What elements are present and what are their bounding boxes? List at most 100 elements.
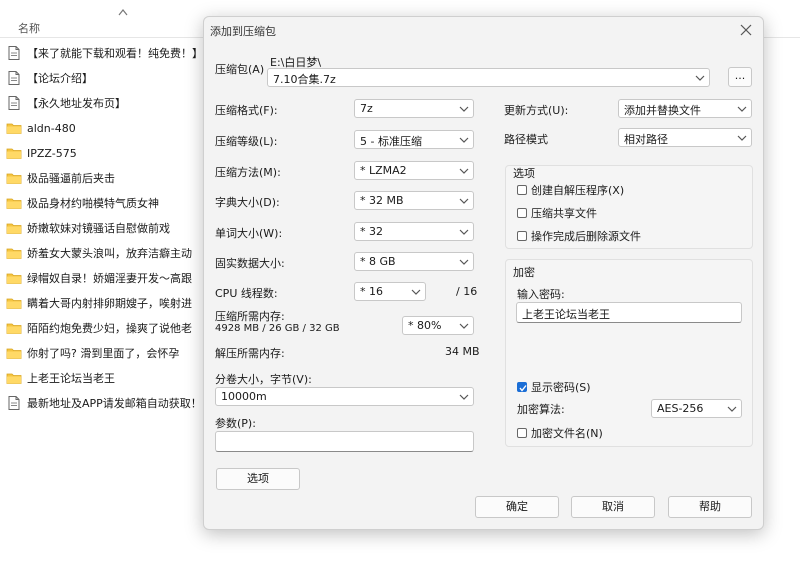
delete-source-checkbox-label: 操作完成后删除源文件 (531, 230, 641, 243)
folder-icon (6, 173, 22, 184)
chevron-down-icon (459, 259, 469, 265)
file-row[interactable]: 【来了就能下载和观看！纯免费！】 (6, 42, 206, 64)
format-select[interactable]: 7z (354, 99, 474, 118)
file-name: 上老王论坛当老王 (27, 372, 115, 385)
file-row[interactable]: aldn-480 (6, 117, 206, 139)
shared-files-checkbox-label: 压缩共享文件 (531, 207, 597, 220)
method-label: 压缩方法(M): (215, 166, 281, 179)
file-row[interactable]: 极品骚逼前后夹击 (6, 167, 206, 189)
method-select[interactable]: * LZMA2 (354, 161, 474, 180)
format-value: 7z (360, 102, 373, 115)
checkbox-box (517, 231, 527, 241)
path-mode-select[interactable]: 相对路径 (618, 128, 752, 147)
file-name: 极品身材约啪模特气质女神 (27, 197, 159, 210)
show-password-label: 显示密码(S) (531, 381, 591, 394)
mem-decomp-value: 34 MB (445, 345, 480, 358)
chevron-down-icon (459, 168, 469, 174)
mem-comp-select[interactable]: * 80% (402, 316, 474, 335)
level-select[interactable]: 5 - 标准压缩 (354, 130, 474, 149)
file-row[interactable]: IPZZ-575 (6, 142, 206, 164)
file-row[interactable]: 极品身材约啪模特气质女神 (6, 192, 206, 214)
file-row[interactable]: 娇嫩软妹对镜骚话自慰做前戏 (6, 217, 206, 239)
file-name: 绿帽奴自录！娇媚淫妻开发～高跟 (27, 272, 192, 285)
folder-icon (6, 348, 22, 359)
delete-source-checkbox[interactable]: 操作完成后删除源文件 (517, 228, 641, 244)
file-icon (8, 71, 20, 85)
chevron-down-icon (459, 229, 469, 235)
file-name: IPZZ-575 (27, 146, 77, 160)
checkbox-box (517, 428, 527, 438)
file-name: 瞒着大哥内射排卵期嫂子，唉射进 (27, 297, 192, 310)
browse-button[interactable]: ... (728, 67, 752, 87)
encryption-group: 加密 输入密码: 上老王论坛当老王 显示密码(S) 加密算法: AES-256 … (505, 259, 753, 447)
mem-decomp-label: 解压所需内存: (215, 347, 285, 360)
cancel-button[interactable]: 取消 (571, 496, 655, 518)
sfx-checkbox-label: 创建自解压程序(X) (531, 184, 625, 197)
ok-button[interactable]: 确定 (475, 496, 559, 518)
file-row[interactable]: 娇羞女大蒙头浪叫，放弃洁癖主动 (6, 242, 206, 264)
enc-method-label: 加密算法: (517, 403, 565, 416)
file-row[interactable]: 瞒着大哥内射排卵期嫂子，唉射进 (6, 292, 206, 314)
update-value: 添加并替换文件 (624, 104, 701, 117)
file-row[interactable]: 上老王论坛当老王 (6, 367, 206, 389)
file-row[interactable]: 绿帽奴自录！娇媚淫妻开发～高跟 (6, 267, 206, 289)
folder-icon (6, 323, 22, 334)
dict-value: * 32 MB (360, 194, 404, 207)
folder-icon (6, 223, 22, 234)
params-label: 参数(P): (215, 417, 256, 430)
file-row[interactable]: 【论坛介绍】 (6, 67, 206, 89)
chevron-down-icon (459, 394, 469, 400)
dict-select[interactable]: * 32 MB (354, 191, 474, 210)
add-to-archive-dialog: 添加到压缩包 压缩包(A) E:\白日梦\ 7.10合集.7z ... 压缩格式… (203, 16, 764, 530)
password-label: 输入密码: (517, 288, 565, 301)
file-row[interactable]: 最新地址及APP请发邮箱自动获取！！ (6, 392, 206, 414)
volume-select[interactable]: 10000m (215, 387, 474, 406)
solid-label: 固实数据大小: (215, 257, 285, 270)
folder-icon (6, 123, 22, 134)
params-input[interactable] (215, 431, 474, 452)
encryption-group-title: 加密 (513, 266, 535, 279)
folder-icon (6, 248, 22, 259)
file-icon (8, 96, 20, 110)
close-icon[interactable] (737, 21, 755, 39)
level-label: 压缩等级(L): (215, 135, 278, 148)
level-value: 5 - 标准压缩 (360, 135, 422, 148)
show-password-checkbox[interactable]: 显示密码(S) (517, 379, 591, 395)
volume-label: 分卷大小，字节(V): (215, 373, 312, 386)
path-mode-value: 相对路径 (624, 133, 668, 146)
update-label: 更新方式(U): (504, 104, 569, 117)
mem-comp-detail: 4928 MB / 26 GB / 32 GB (215, 323, 340, 334)
file-name: 【来了就能下载和观看！纯免费！】 (27, 47, 203, 60)
shared-files-checkbox[interactable]: 压缩共享文件 (517, 205, 597, 221)
path-mode-label: 路径模式 (504, 133, 548, 146)
file-row[interactable]: 你射了吗? 滑到里面了，会怀孕 (6, 342, 206, 364)
check-icon (519, 385, 527, 392)
volume-value: 10000m (221, 390, 267, 403)
encrypt-names-checkbox[interactable]: 加密文件名(N) (517, 425, 603, 441)
file-name: 极品骚逼前后夹击 (27, 172, 115, 185)
enc-method-select[interactable]: AES-256 (651, 399, 742, 418)
sfx-checkbox[interactable]: 创建自解压程序(X) (517, 182, 624, 198)
update-select[interactable]: 添加并替换文件 (618, 99, 752, 118)
mem-comp-value: * 80% (408, 319, 442, 332)
archive-name-combo[interactable]: 7.10合集.7z (267, 68, 710, 87)
word-select[interactable]: * 32 (354, 222, 474, 241)
dialog-title: 添加到压缩包 (210, 25, 276, 38)
column-name-header[interactable]: 名称 (18, 20, 40, 36)
cpu-select[interactable]: * 16 (354, 282, 426, 301)
solid-value: * 8 GB (360, 255, 396, 268)
enc-method-value: AES-256 (657, 402, 704, 415)
chevron-down-icon (459, 106, 469, 112)
solid-select[interactable]: * 8 GB (354, 252, 474, 271)
file-row[interactable]: 【永久地址发布页】 (6, 92, 206, 114)
cpu-label: CPU 线程数: (215, 287, 278, 300)
help-button[interactable]: 帮助 (668, 496, 752, 518)
folder-icon (6, 373, 22, 384)
password-input[interactable]: 上老王论坛当老王 (516, 302, 742, 323)
file-name: 娇羞女大蒙头浪叫，放弃洁癖主动 (27, 247, 192, 260)
chevron-down-icon (737, 135, 747, 141)
options-group: 选项 创建自解压程序(X) 压缩共享文件 操作完成后删除源文件 (505, 165, 753, 249)
method-value: * LZMA2 (360, 164, 407, 177)
file-row[interactable]: 陌陌约炮免费少妇，操爽了说他老 (6, 317, 206, 339)
options-button[interactable]: 选项 (216, 468, 300, 490)
